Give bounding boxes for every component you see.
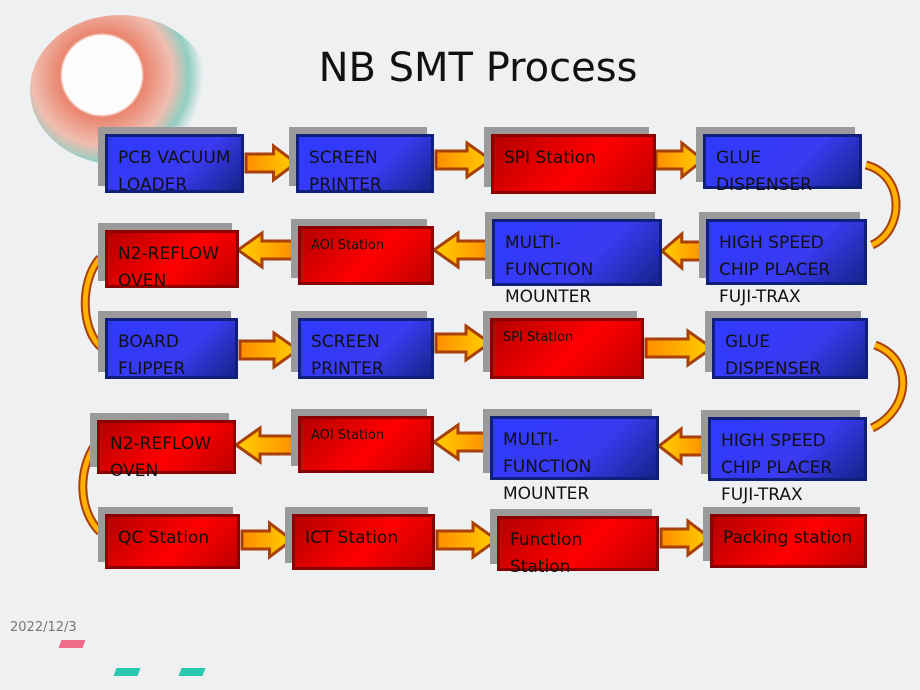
step-n2-reflow-oven-2: N2-REFLOW OVEN <box>97 420 236 481</box>
flow-arrow <box>240 519 295 561</box>
flow-arrow <box>644 328 715 368</box>
curved-flow-arrow <box>864 160 901 250</box>
flow-arrow <box>659 230 708 272</box>
decor-dash <box>178 668 206 676</box>
step-pcb-vacuum-loader: PCB VACUUM LOADER <box>105 134 244 195</box>
flow-arrow <box>435 520 500 560</box>
step-ict-station: ICT Station <box>292 514 435 570</box>
flow-arrow <box>656 425 710 467</box>
step-qc-station: QC Station <box>105 514 240 569</box>
step-glue-dispenser-1: GLUE DISPENSER <box>703 134 862 195</box>
step-multi-function-mounter-2: MULTI-FUNCTION MOUNTER <box>490 416 659 504</box>
step-high-speed-chip-placer-2: HIGH SPEED CHIP PLACER FUJI-TRAX <box>708 417 867 505</box>
flow-arrow <box>659 517 713 559</box>
step-function-station: Function Station <box>497 516 659 577</box>
step-high-speed-chip-placer-1: HIGH SPEED CHIP PLACER FUJI-TRAX <box>706 219 867 307</box>
step-screen-printer-2: SCREEN PRINTER <box>298 318 434 379</box>
step-aoi-station-2: AOI Station <box>298 416 434 473</box>
step-screen-printer-1: SCREEN PRINTER <box>296 134 434 195</box>
flow-arrow <box>244 142 299 184</box>
flow-arrow <box>654 139 706 181</box>
flow-arrow <box>431 230 494 270</box>
flow-arrow <box>431 422 492 462</box>
step-board-flipper: BOARD FLIPPER <box>105 318 238 379</box>
decor-dash <box>113 668 141 676</box>
step-multi-function-mounter-1: MULTI-FUNCTION MOUNTER <box>492 219 662 307</box>
flow-arrow <box>233 425 300 465</box>
decor-dash <box>58 640 86 648</box>
step-glue-dispenser-2: GLUE DISPENSER <box>712 318 868 379</box>
step-n2-reflow-oven-1: N2-REFLOW OVEN <box>105 230 239 291</box>
flow-arrow <box>434 140 494 180</box>
flow-arrow <box>434 323 493 363</box>
slide-date: 2022/12/3 <box>10 620 77 635</box>
step-packing-station: Packing station <box>710 514 867 568</box>
flow-arrow <box>235 230 298 270</box>
flow-arrow <box>238 330 301 370</box>
step-spi-station-2: SPI Station <box>490 318 644 379</box>
step-spi-station-1: SPI Station <box>491 134 656 194</box>
step-aoi-station-1: AOI Station <box>298 226 434 285</box>
